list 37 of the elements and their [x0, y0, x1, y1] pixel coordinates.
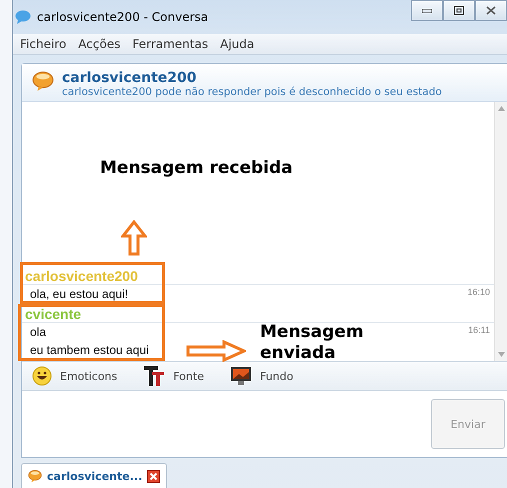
toolbar-button[interactable]: Emoticons [32, 365, 118, 387]
close-icon [486, 6, 496, 15]
scroll-up-icon[interactable] [498, 106, 504, 111]
arrow-icon [121, 220, 147, 256]
menu-item[interactable]: Ferramentas [131, 37, 210, 51]
maximize-button[interactable] [443, 0, 475, 21]
annotation-label: Mensagem recebida [100, 158, 293, 180]
sender-name: carlosvicente200 [24, 267, 139, 284]
window-title: carlosvicente200 - Conversa [37, 10, 208, 24]
toolbar-button[interactable]: Fundo [230, 365, 294, 387]
scroll-down-icon[interactable] [498, 352, 504, 357]
smiley-icon [32, 366, 52, 386]
contact-status: carlosvicente200 pode não responder pois é desconhecido o seu estado [62, 86, 442, 98]
conversation-tab[interactable]: carlosvicente... [21, 463, 168, 488]
message-time: 16:10 [467, 287, 490, 299]
scrollbar[interactable] [494, 102, 507, 361]
toolbar-button[interactable]: Fonte [143, 365, 204, 387]
menu-item[interactable]: Ficheiro [19, 37, 68, 51]
message-text: ola [30, 325, 46, 339]
minimize-icon [422, 8, 432, 12]
monitor-icon [230, 366, 252, 386]
arrow-icon [186, 340, 246, 362]
contact-name: carlosvicente200 [62, 70, 198, 86]
menu-item[interactable]: Acções [77, 37, 122, 51]
chat-bubble-icon [28, 469, 42, 483]
chat-bubble-icon [15, 10, 31, 24]
close-button[interactable] [475, 0, 507, 21]
message-time: 16:11 [468, 325, 490, 337]
annotation-label: Mensagem enviada [260, 322, 365, 364]
sender-name: cvicente [24, 305, 82, 322]
menu-item[interactable]: Ajuda [219, 37, 256, 51]
message-text: eu tambem estou aqui [30, 343, 149, 357]
close-icon[interactable] [147, 470, 160, 482]
font-icon [143, 365, 166, 387]
maximize-icon [454, 6, 464, 15]
chat-bubble-icon [32, 70, 54, 92]
message-text: ola, eu estou aqui! [30, 287, 128, 301]
